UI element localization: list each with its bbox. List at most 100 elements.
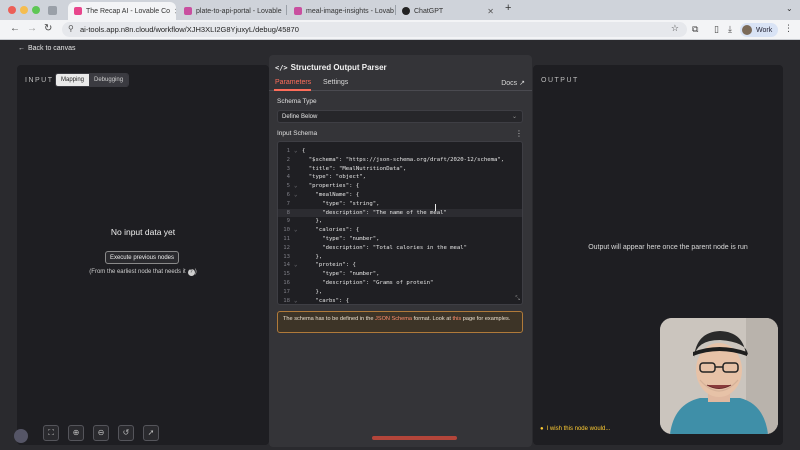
close-window-icon[interactable] [8,6,16,14]
feedback-link[interactable]: ● I wish this node would... [540,426,613,432]
close-tab-icon[interactable]: ✕ [170,7,176,16]
code-line[interactable]: 18 ⌄ "carbs": { [278,297,522,304]
code-line[interactable]: 6 ⌄ "mealName": { [278,191,522,200]
code-line[interactable]: 1 ⌄ { [278,147,522,156]
input-schema-label: Input Schema [277,130,318,137]
pointer-icon[interactable]: ➚ [143,425,159,441]
node-title-text[interactable]: Structured Output Parser [291,63,387,72]
fold-chevron-icon[interactable]: ⌄ [294,297,297,304]
code-line[interactable]: 5 ⌄ "properties": { [278,182,522,191]
code-line[interactable]: 13 }, [278,253,522,262]
code-line[interactable]: 11 "type": "number", [278,235,522,244]
globe-icon[interactable] [14,429,28,443]
code-line[interactable]: 16 "description": "Grams of protein" [278,279,522,288]
output-panel-label: OUTPUT [541,77,579,84]
new-tab-icon[interactable]: + [505,2,511,14]
fold-chevron-icon[interactable]: ⌄ [294,191,297,200]
fold-chevron-icon[interactable]: ⌄ [294,261,297,270]
lovable-favicon-icon [184,7,192,15]
webcam-overlay [660,318,778,434]
screen: The Recap AI - Lovable Co ✕ plate-to-api… [0,0,800,450]
line-number: 4 [286,174,290,181]
active-tab-indicator [274,89,311,91]
line-number: 2 [286,156,290,163]
code-line[interactable]: 14 ⌄ "protein": { [278,261,522,270]
code-icon: </> [275,64,288,72]
browser-tab[interactable]: meal-image-insights - Lovab ✕ [288,2,394,20]
tab-settings[interactable]: Settings [323,79,348,86]
tab-parameters[interactable]: Parameters [275,79,311,86]
code-line[interactable]: 4 "type": "object", [278,173,522,182]
profile-chip[interactable]: Work [740,23,779,37]
line-number: 3 [286,165,290,172]
help-icon[interactable]: ? [187,269,195,276]
more-options-icon[interactable]: ⋮ [515,129,523,138]
line-number: 6 [286,192,290,198]
browser-menu-icon[interactable]: ⋮ [784,23,793,34]
fold-chevron-icon[interactable]: ⌄ [294,182,297,191]
browser-tab[interactable]: The Recap AI - Lovable Co ✕ [68,2,176,20]
code-line[interactable]: 7 "type": "string", [278,200,522,209]
browser-tab[interactable]: ChatGPT ✕ [396,2,500,20]
zoom-in-icon[interactable]: ⊕ [68,425,84,441]
fold-chevron-icon[interactable]: ⌄ [294,226,297,235]
tab-search-chevron-icon[interactable]: ⌄ [786,4,793,13]
browser-tab[interactable]: plate-to-api-portal - Lovable ✕ [178,2,284,20]
resize-handle-icon[interactable]: ⤡ [515,295,520,303]
maximize-window-icon[interactable] [32,6,40,14]
code-line[interactable]: 9 }, [278,217,522,226]
undo-icon[interactable]: ↺ [118,425,134,441]
execute-previous-nodes-button[interactable]: Execute previous nodes [105,251,179,264]
execute-step-button[interactable] [372,436,457,440]
forward-arrow-icon[interactable]: → [27,23,37,34]
tab-title: The Recap AI - Lovable Co [86,7,171,15]
extensions-icon[interactable]: ⧉ [692,24,698,35]
bookmark-star-icon[interactable]: ☆ [671,23,679,34]
code-text: "calories": { [302,227,360,234]
browser-tab-strip: The Recap AI - Lovable Co ✕ plate-to-api… [0,0,800,20]
reload-icon[interactable]: ↻ [44,23,52,34]
line-number: 17 [283,288,290,295]
input-mode-toggle: Mapping Debugging [55,73,130,87]
code-line[interactable]: 2 "$schema": "https://json-schema.org/dr… [278,156,522,165]
execute-hint: (From the earliest node that needs it?) [89,269,197,276]
fold-chevron-icon[interactable]: ⌄ [294,147,297,156]
code-line[interactable]: 8 "description": "The name of the meal" [278,208,522,218]
back-arrow-icon[interactable]: ← [10,23,20,34]
output-empty-message: Output will appear here once the parent … [588,244,748,251]
code-text: "title": "MealNutritionData", [302,165,407,172]
line-number: 8 [286,209,290,216]
close-tab-icon[interactable]: ✕ [483,7,494,16]
site-info-icon[interactable]: ⚲ [68,24,74,33]
download-icon[interactable]: ⤓ [728,24,732,35]
line-number: 18 [283,297,290,304]
avatar [742,25,752,35]
examples-link[interactable]: this [452,316,461,322]
node-title: </> Structured Output Parser [275,63,387,72]
line-number: 9 [286,218,290,225]
debugging-toggle[interactable]: Debugging [89,74,129,86]
address-bar[interactable]: ⚲ ai-tools.app.n8n.cloud/workflow/XJH3XL… [62,22,687,37]
close-tab-icon[interactable]: ✕ [282,7,284,16]
json-schema-link[interactable]: JSON Schema [375,316,412,322]
code-line[interactable]: 3 "title": "MealNutritionData", [278,165,522,174]
mapping-toggle[interactable]: Mapping [56,74,90,86]
code-line[interactable]: 17 }, [278,288,522,297]
zoom-out-icon[interactable]: ⊖ [93,425,109,441]
side-panel-icon[interactable]: ▯ [714,24,719,35]
code-line[interactable]: 10 ⌄ "calories": { [278,226,522,235]
code-line[interactable]: 12 "description": "Total calories in the… [278,244,522,253]
fit-view-icon[interactable]: ⛶ [43,425,59,441]
code-text: }, [302,218,323,225]
schema-type-select[interactable]: Define Below ⌄ [277,110,523,123]
sidebar-toggle-icon[interactable] [48,6,57,15]
json-schema-editor[interactable]: 1 ⌄ {2 "$schema": "https://json-schema.org… [277,141,523,305]
code-text: "description": "The name of the meal" [302,209,447,216]
docs-link[interactable]: Docs ↗ [501,79,525,87]
code-text: "type": "string", [302,200,380,207]
code-line[interactable]: 15 "type": "number", [278,270,522,279]
back-to-canvas-link[interactable]: ← Back to canvas [18,45,78,52]
minimize-window-icon[interactable] [20,6,28,14]
code-text: "type": "number", [302,236,380,242]
code-text: { [302,148,306,154]
